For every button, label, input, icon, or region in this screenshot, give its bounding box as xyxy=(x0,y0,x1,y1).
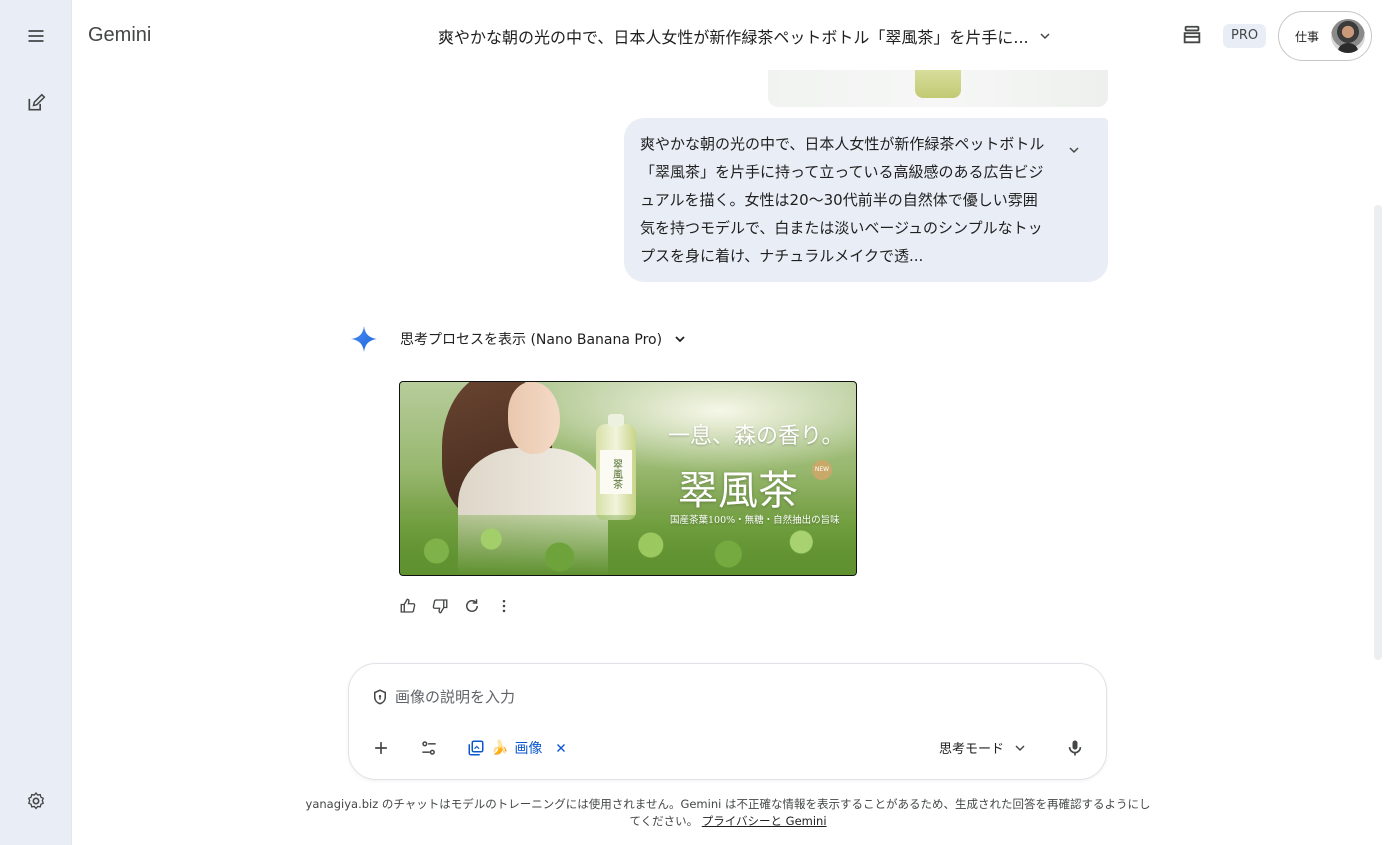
close-icon[interactable] xyxy=(554,741,568,755)
conversation-title: 爽やかな朝の光の中で、日本人女性が新作緑茶ペットボトル「翠風茶」を片手に... xyxy=(438,28,1029,47)
thumbs-down-button[interactable] xyxy=(430,595,450,617)
scrollbar[interactable] xyxy=(1374,205,1382,660)
prompt-input[interactable] xyxy=(395,688,895,706)
add-attachment-button[interactable] xyxy=(371,736,391,760)
account-label: 仕事 xyxy=(1295,29,1320,44)
plus-icon xyxy=(375,742,387,754)
thinking-label: 思考プロセスを表示 (Nano Banana Pro) xyxy=(400,332,663,348)
gear-icon xyxy=(27,792,45,810)
chevron-down-icon xyxy=(1015,744,1025,751)
menu-icon xyxy=(28,30,44,42)
regenerate-button[interactable] xyxy=(462,595,482,617)
chevron-down-icon xyxy=(675,336,685,343)
image-library-icon xyxy=(468,740,484,756)
refresh-icon xyxy=(466,599,478,612)
edit-square-icon xyxy=(28,93,46,111)
plan-badge: PRO xyxy=(1223,24,1267,48)
settings-button[interactable] xyxy=(16,781,56,821)
microphone-icon xyxy=(1068,740,1082,756)
prompt-composer: 🍌 画像 思考モード xyxy=(348,663,1107,780)
microphone-button[interactable] xyxy=(1065,736,1085,760)
image-chip-label: 画像 xyxy=(514,741,543,757)
ad-brand-name: 翠風茶 xyxy=(678,468,798,514)
privacy-link[interactable]: プライバシーと Gemini xyxy=(702,814,827,828)
more-vert-icon xyxy=(502,599,506,613)
thumbs-up-icon xyxy=(400,598,416,613)
tune-icon xyxy=(422,741,436,755)
model-face xyxy=(508,382,560,454)
top-bar: Gemini 爽やかな朝の光の中で、日本人女性が新作緑茶ペットボトル「翠風茶」を… xyxy=(72,0,1384,70)
sidebar xyxy=(0,0,72,845)
thumbs-up-button[interactable] xyxy=(398,595,418,617)
ad-headline: 一息、森の香り。 xyxy=(668,424,844,449)
more-options-button[interactable] xyxy=(494,595,514,617)
new-chat-button[interactable] xyxy=(16,83,56,123)
mode-selector[interactable]: 思考モード xyxy=(939,738,1028,757)
previous-generated-image[interactable] xyxy=(768,70,1108,107)
chevron-down-icon xyxy=(1040,33,1050,40)
show-thinking-toggle[interactable]: 思考プロセスを表示 (Nano Banana Pro) xyxy=(400,329,688,349)
user-message-bubble: 爽やかな朝の光の中で、日本人女性が新作緑茶ペットボトル「翠風茶」を片手に持って立… xyxy=(624,118,1108,282)
bottle-illustration xyxy=(915,70,961,98)
avatar xyxy=(1331,19,1365,53)
gemini-spark-icon xyxy=(351,326,377,352)
prompt-input-wrapper xyxy=(371,686,931,708)
app-logo[interactable]: Gemini xyxy=(88,24,151,47)
user-message-text: 爽やかな朝の光の中で、日本人女性が新作緑茶ペットボトル「翠風茶」を片手に持って立… xyxy=(640,135,1045,265)
tools-button[interactable] xyxy=(419,736,439,760)
tea-bottle: 翠風茶 xyxy=(596,414,636,520)
generated-image[interactable]: 翠風茶 一息、森の香り。 翠風茶 NEW 国産茶葉100%・無糖・自然抽出の旨味 xyxy=(399,381,857,576)
account-switcher[interactable]: 仕事 xyxy=(1278,11,1372,61)
conversation-title-dropdown[interactable]: 爽やかな朝の光の中で、日本人女性が新作緑茶ペットボトル「翠風茶」を片手に... xyxy=(438,24,1053,48)
response-actions xyxy=(398,595,514,617)
chevron-down-icon xyxy=(1069,147,1079,154)
main-menu-button[interactable] xyxy=(16,16,56,56)
print-tray-icon xyxy=(1183,25,1201,44)
ad-subcopy: 国産茶葉100%・無糖・自然抽出の旨味 xyxy=(670,515,840,526)
thumbs-down-icon xyxy=(432,599,448,614)
banana-emoji: 🍌 xyxy=(491,740,509,756)
expand-message-button[interactable] xyxy=(1064,140,1084,160)
new-badge: NEW xyxy=(812,460,832,480)
shield-icon xyxy=(374,689,386,705)
disclaimer-footer: yanagiya.biz のチャットはモデルのトレーニングには使用されません。G… xyxy=(300,796,1156,830)
mode-label: 思考モード xyxy=(939,742,1005,757)
image-tool-chip[interactable]: 🍌 画像 xyxy=(467,736,568,760)
share-button[interactable] xyxy=(1177,20,1207,50)
bottle-label: 翠風茶 xyxy=(600,450,632,494)
